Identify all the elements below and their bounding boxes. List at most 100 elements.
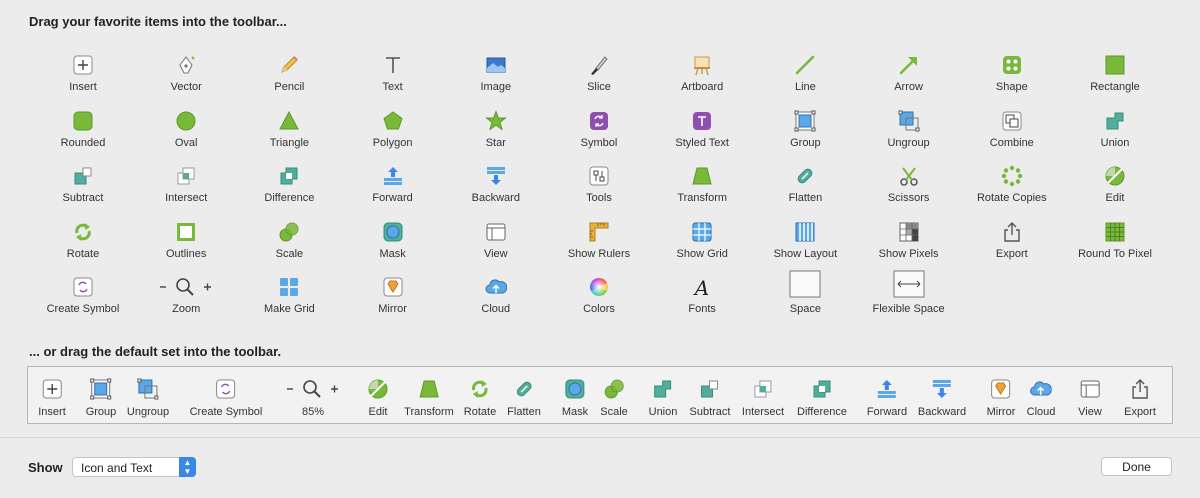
default-item-subtract[interactable]: Subtract	[690, 376, 730, 418]
palette-item-difference[interactable]: Difference	[237, 161, 341, 204]
palette-item-union[interactable]: Union	[1063, 106, 1167, 149]
default-item-mask[interactable]: Mask	[562, 376, 588, 418]
rounded-rectangle-icon	[31, 106, 135, 132]
palette-item-scale[interactable]: Scale	[237, 217, 341, 260]
palette-item-fonts[interactable]: A Fonts	[650, 272, 754, 315]
palette-item-mirror[interactable]: Mirror	[341, 272, 445, 315]
palette-item-edit[interactable]: Edit	[1063, 161, 1167, 204]
display-mode-select[interactable]: Icon and Text ▲ ▼	[72, 457, 196, 477]
palette-item-colors[interactable]: Colors	[547, 272, 651, 315]
palette-item-make-grid[interactable]: Make Grid	[237, 272, 341, 315]
palette-item-image[interactable]: Image	[444, 50, 548, 93]
default-item-group[interactable]: Group	[86, 376, 116, 418]
palette-item-label: Zoom	[172, 303, 201, 316]
palette-item-rectangle[interactable]: Rectangle	[1063, 50, 1167, 93]
palette-item-shape[interactable]: Shape	[960, 50, 1064, 93]
palette-item-label: Backward	[471, 192, 520, 205]
palette-item-group[interactable]: Group	[753, 106, 857, 149]
group-icon	[753, 106, 857, 132]
palette-item-slice[interactable]: Slice	[547, 50, 651, 93]
cloud-icon	[1027, 376, 1056, 400]
palette-item-triangle[interactable]: Triangle	[237, 106, 341, 149]
palette-item-create-symbol[interactable]: Create Symbol	[31, 272, 135, 315]
palette-item-vector[interactable]: Vector	[134, 50, 238, 93]
palette-item-export[interactable]: Export	[960, 217, 1064, 260]
default-item-flatten[interactable]: Flatten	[507, 376, 541, 418]
palette-item-label: Transform	[677, 192, 728, 205]
default-item-85-[interactable]: 85%	[285, 376, 341, 418]
palette-item-label: Colors	[583, 303, 615, 316]
palette-item-label: Triangle	[269, 136, 310, 149]
palette-item-symbol[interactable]: Symbol	[547, 106, 651, 149]
default-item-create-symbol[interactable]: Create Symbol	[190, 376, 262, 418]
default-toolbar-set[interactable]: Insert Group Ungroup Create Symbol 85% Edit Tr…	[27, 366, 1173, 424]
palette-item-line[interactable]: Line	[753, 50, 857, 93]
palette-item-combine[interactable]: Combine	[960, 106, 1064, 149]
default-item-edit[interactable]: Edit	[367, 376, 389, 418]
palette-item-rotate[interactable]: Rotate	[31, 217, 135, 260]
palette-item-pencil[interactable]: Pencil	[237, 50, 341, 93]
default-item-label: Backward	[917, 406, 967, 418]
default-item-scale[interactable]: Scale	[600, 376, 628, 418]
palette-item-show-grid[interactable]: Show Grid	[650, 217, 754, 260]
palette-item-rotate-copies[interactable]: Rotate Copies	[960, 161, 1064, 204]
vector-pen-icon	[134, 50, 238, 76]
palette-item-view[interactable]: View	[444, 217, 548, 260]
default-item-intersect[interactable]: Intersect	[742, 376, 784, 418]
default-item-view[interactable]: View	[1078, 376, 1102, 418]
default-item-mirror[interactable]: Mirror	[987, 376, 1015, 418]
palette-item-insert[interactable]: Insert	[31, 50, 135, 93]
scale-icon	[600, 376, 628, 400]
palette-item-label: Styled Text	[675, 136, 729, 149]
palette-item-intersect[interactable]: Intersect	[134, 161, 238, 204]
insert-icon	[31, 50, 135, 76]
default-item-rotate[interactable]: Rotate	[464, 376, 496, 418]
palette-item-label: Rotate	[66, 247, 100, 260]
palette-item-subtract[interactable]: Subtract	[31, 161, 135, 204]
palette-item-styled-text[interactable]: Styled Text	[650, 106, 754, 149]
palette-item-rounded[interactable]: Rounded	[31, 106, 135, 149]
palette-item-show-layout[interactable]: Show Layout	[753, 217, 857, 260]
palette-item-round-to-pixel[interactable]: Round To Pixel	[1063, 217, 1167, 260]
layout-icon	[753, 217, 857, 243]
palette-item-outlines[interactable]: Outlines	[134, 217, 238, 260]
palette-item-show-pixels[interactable]: Show Pixels	[857, 217, 961, 260]
palette-item-cloud[interactable]: Cloud	[444, 272, 548, 315]
palette-item-space[interactable]: Space	[753, 270, 857, 315]
palette-item-backward[interactable]: Backward	[444, 161, 548, 204]
palette-item-label: Make Grid	[264, 303, 315, 316]
palette-item-text[interactable]: Text	[341, 50, 445, 93]
palette-item-flatten[interactable]: Flatten	[753, 161, 857, 204]
palette-item-mask[interactable]: Mask	[341, 217, 445, 260]
palette-item-tools[interactable]: Tools	[547, 161, 651, 204]
default-item-cloud[interactable]: Cloud	[1027, 376, 1056, 418]
default-item-transform[interactable]: Transform	[404, 376, 454, 418]
palette-item-show-rulers[interactable]: Show Rulers	[547, 217, 651, 260]
palette-item-arrow[interactable]: Arrow	[857, 50, 961, 93]
default-item-insert[interactable]: Insert	[38, 376, 66, 418]
default-item-ungroup[interactable]: Ungroup	[127, 376, 169, 418]
default-item-export[interactable]: Export	[1124, 376, 1156, 418]
default-item-difference[interactable]: Difference	[797, 376, 847, 418]
palette-item-polygon[interactable]: Polygon	[341, 106, 445, 149]
palette-item-artboard[interactable]: Artboard	[650, 50, 754, 93]
combine-icon	[960, 106, 1064, 132]
default-item-union[interactable]: Union	[649, 376, 677, 418]
palette-item-label: Flexible Space	[872, 303, 945, 316]
palette-item-star[interactable]: Star	[444, 106, 548, 149]
default-item-forward[interactable]: Forward	[867, 376, 907, 418]
mirror-icon	[341, 272, 445, 298]
default-item-label: Mask	[561, 406, 589, 418]
palette-item-zoom[interactable]: Zoom	[134, 272, 238, 315]
palette-item-oval[interactable]: Oval	[134, 106, 238, 149]
done-button[interactable]: Done	[1101, 457, 1172, 476]
palette-item-ungroup[interactable]: Ungroup	[857, 106, 961, 149]
palette-item-forward[interactable]: Forward	[341, 161, 445, 204]
view-icon	[444, 217, 548, 243]
default-item-backward[interactable]: Backward	[918, 376, 966, 418]
palette-item-scissors[interactable]: Scissors	[857, 161, 961, 204]
palette-item-flexible-space[interactable]: Flexible Space	[857, 270, 961, 316]
palette-item-label: Rectangle	[1090, 81, 1140, 93]
palette-item-transform[interactable]: Transform	[650, 161, 754, 204]
make-grid-icon	[237, 272, 341, 298]
